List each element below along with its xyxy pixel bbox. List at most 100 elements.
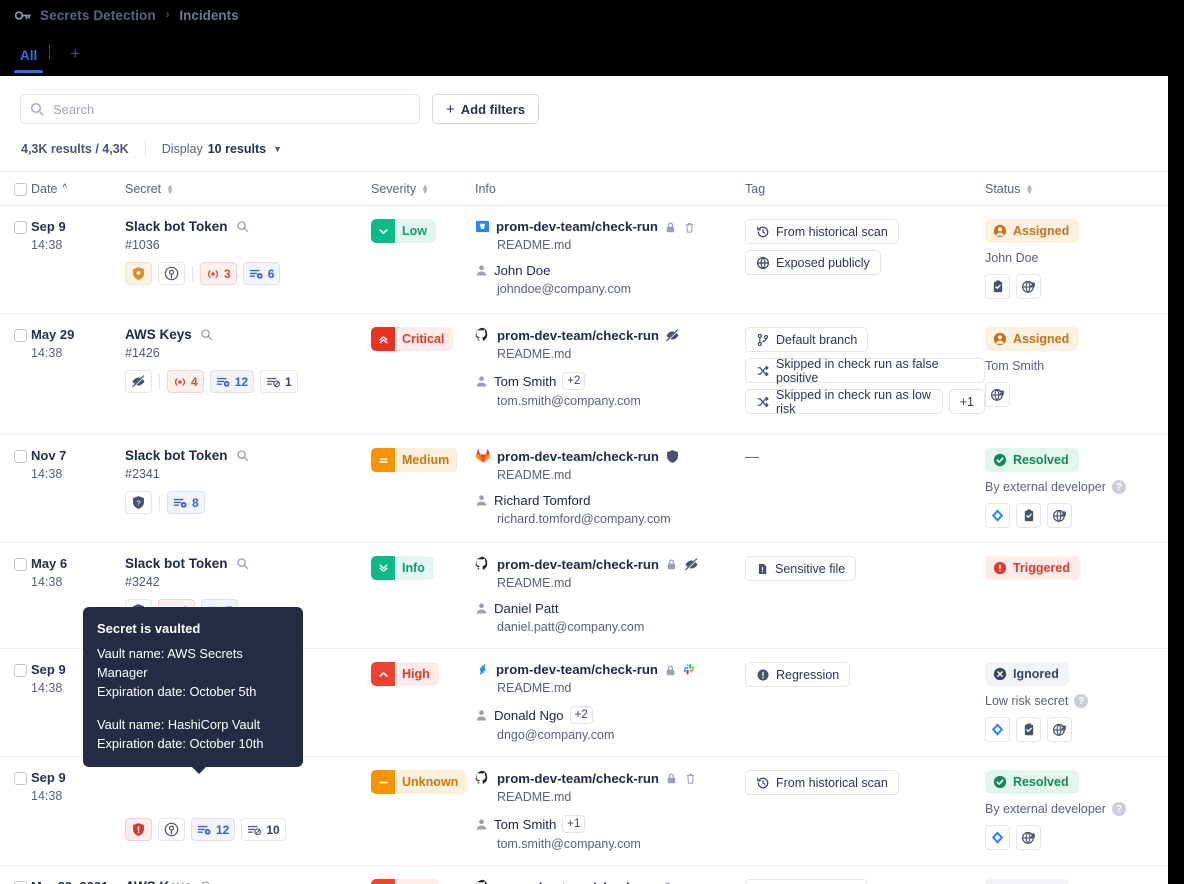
secret-count-badge[interactable]: 8 — [167, 491, 205, 514]
row-checkbox[interactable] — [14, 772, 27, 785]
author-extra-count[interactable]: +2 — [569, 706, 593, 724]
tag-chip[interactable]: Default branch — [745, 879, 869, 884]
add-filters-button[interactable]: + Add filters — [432, 94, 540, 124]
search-input[interactable] — [51, 95, 419, 123]
search-small-icon[interactable] — [236, 557, 250, 571]
col-status[interactable]: Status ▲ ▼ — [985, 171, 1168, 206]
add-tab-button[interactable]: + — [58, 45, 92, 72]
severity-badge[interactable]: Critical — [371, 327, 454, 351]
row-checkbox[interactable] — [14, 558, 27, 571]
clipboard-check-icon-button[interactable] — [985, 274, 1010, 299]
col-severity[interactable]: Severity ▲ ▼ — [371, 171, 475, 206]
lock-icon[interactable] — [664, 220, 677, 234]
severity-badge[interactable]: Medium — [371, 448, 459, 472]
secret-count-badge[interactable]: 12 — [209, 370, 255, 393]
secret-badge[interactable]: ? — [125, 491, 152, 514]
status-badge[interactable]: Resolved — [985, 770, 1079, 794]
row-checkbox[interactable] — [14, 329, 27, 342]
status-badge[interactable]: Triggered — [985, 556, 1080, 580]
table-row[interactable]: Sep 9 14:38 12 10 Unknown prom-dev-team/check… — [0, 756, 1168, 866]
tag-chip[interactable]: Skipped in check run as low risk — [745, 388, 943, 416]
secret-name[interactable]: AWS Keys — [125, 327, 192, 342]
tab-all[interactable]: All — [10, 48, 47, 73]
author-extra-count[interactable]: +2 — [562, 372, 586, 390]
breadcrumb-root[interactable]: Secrets Detection — [40, 8, 156, 23]
tag-chip[interactable]: Sensitive file — [745, 556, 857, 581]
clipboard-check-icon-button[interactable] — [1016, 717, 1041, 742]
clipboard-check-icon-button[interactable] — [1016, 503, 1041, 528]
col-secret[interactable]: Secret ▲ ▼ — [125, 171, 371, 206]
status-badge[interactable]: Assigned — [985, 219, 1080, 243]
lock-icon[interactable] — [661, 880, 674, 884]
row-checkbox[interactable] — [14, 450, 27, 463]
search-small-icon[interactable] — [200, 328, 214, 342]
secret-badge[interactable] — [158, 818, 185, 841]
tag-chip[interactable]: Exposed publicly — [745, 250, 881, 275]
tag-chip[interactable]: From historical scan — [745, 219, 899, 244]
table-row[interactable]: Sep 9 14:38 Slack bot Token #1036 3 6 Low prom-… — [0, 205, 1168, 314]
search-box[interactable] — [20, 94, 420, 124]
secret-name[interactable]: Slack bot Token — [125, 219, 228, 234]
repo-name[interactable]: prom-dev-team/check-ru... — [497, 880, 655, 884]
table-row[interactable]: Mar 29, 202114:38AWS Keys#1426213 High pro… — [0, 865, 1168, 884]
display-value[interactable]: 10 results — [208, 142, 266, 156]
share-globe-icon-button[interactable] — [1047, 717, 1072, 742]
shield-icon[interactable] — [665, 449, 680, 464]
jira-icon-button[interactable] — [985, 717, 1010, 742]
chevrons-up-icon[interactable] — [705, 558, 718, 571]
repo-name[interactable]: prom-dev-team/check-run — [496, 219, 658, 234]
secret-name[interactable]: Slack bot Token — [125, 448, 228, 463]
status-badge[interactable]: Assigned — [985, 327, 1080, 351]
severity-badge[interactable]: Low — [371, 219, 436, 243]
secret-count-badge[interactable]: 4 — [167, 370, 204, 393]
severity-badge[interactable]: High — [371, 879, 439, 884]
row-checkbox[interactable] — [14, 221, 27, 234]
share-globe-icon-button[interactable] — [1016, 825, 1041, 850]
repo-name[interactable]: prom-dev-team/check-run — [497, 328, 659, 343]
secret-name[interactable]: AWS Keys — [125, 879, 192, 884]
jira-icon-button[interactable] — [985, 503, 1010, 528]
lock-icon[interactable] — [665, 557, 678, 571]
help-icon[interactable]: ? — [1111, 480, 1126, 494]
help-icon[interactable]: ? — [1111, 802, 1126, 816]
col-date[interactable]: Date ^ — [31, 171, 125, 206]
search-small-icon[interactable] — [200, 880, 214, 884]
status-badge[interactable]: Ignored — [985, 662, 1069, 686]
search-small-icon[interactable] — [236, 220, 250, 234]
share-globe-icon-button[interactable] — [1047, 503, 1072, 528]
jira-icon-button[interactable] — [985, 825, 1010, 850]
table-row[interactable]: May 29 14:38 AWS Keys #1426 4 12 1 Critical prom… — [0, 313, 1168, 435]
status-badge[interactable]: Ignored — [985, 879, 1069, 884]
secret-count-badge[interactable]: 3 — [200, 262, 237, 285]
search-small-icon[interactable] — [236, 449, 250, 463]
slack-plus-icon[interactable] — [683, 663, 696, 676]
secret-badge[interactable] — [125, 370, 152, 393]
secret-badge[interactable] — [125, 818, 152, 841]
share-globe-icon-button[interactable] — [1016, 274, 1041, 299]
status-badge[interactable]: Resolved — [985, 448, 1079, 472]
share-globe-icon-button[interactable] — [985, 382, 1010, 407]
secret-name[interactable]: Slack bot Token — [125, 556, 228, 571]
tag-chip[interactable]: Default branch — [745, 327, 869, 352]
secret-count-badge[interactable]: 1 — [260, 370, 298, 393]
chevron-down-icon[interactable]: ▼ — [273, 144, 282, 154]
eye-slash-icon[interactable] — [684, 557, 699, 572]
help-icon[interactable]: ? — [1074, 694, 1089, 708]
author-extra-count[interactable]: +1 — [562, 815, 586, 833]
row-checkbox[interactable] — [14, 664, 27, 677]
lock-icon[interactable] — [664, 663, 677, 677]
severity-badge[interactable]: High — [371, 662, 439, 686]
secret-count-badge[interactable]: 10 — [241, 818, 286, 841]
lock-icon[interactable] — [665, 771, 678, 785]
severity-badge[interactable]: Info — [371, 556, 434, 580]
secret-count-badge[interactable]: 6 — [242, 262, 281, 285]
eye-slash-icon[interactable] — [665, 328, 680, 343]
repo-name[interactable]: prom-dev-team/check-run — [497, 449, 659, 464]
tag-chip[interactable]: Regression — [745, 662, 851, 687]
trash-icon[interactable] — [684, 771, 697, 785]
breadcrumb-current[interactable]: Incidents — [179, 8, 238, 23]
tag-chip[interactable]: Skipped in check run as false positive — [745, 357, 985, 385]
repo-name[interactable]: prom-dev-team/check-run — [497, 557, 659, 572]
repo-name[interactable]: prom-dev-team/check-run — [497, 771, 659, 786]
tag-extra-count[interactable]: +1 — [948, 389, 985, 414]
